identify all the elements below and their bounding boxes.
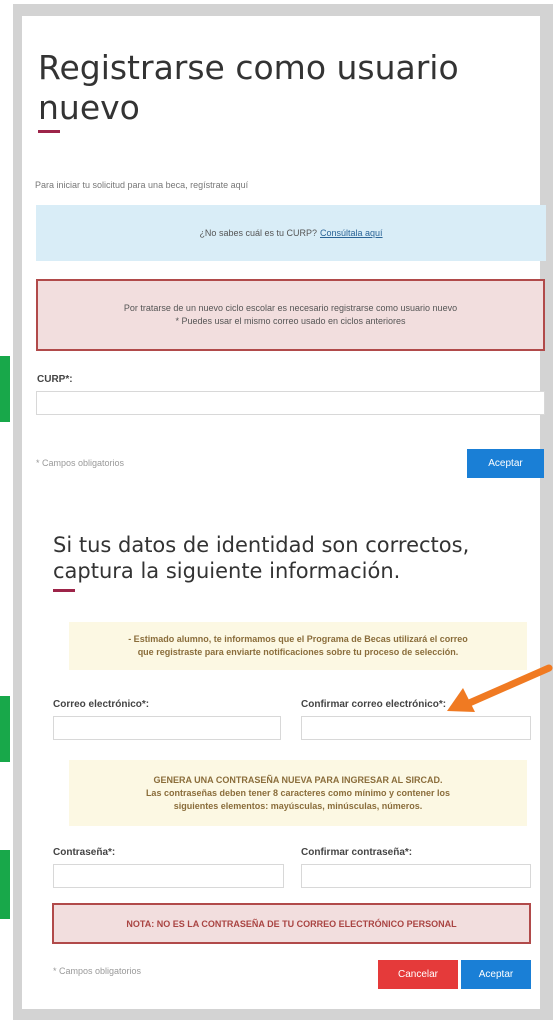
confirm-password-label: Confirmar contraseña*:: [301, 847, 413, 858]
highlight-marker: [0, 356, 10, 422]
subtitle-accent: [53, 589, 75, 592]
email-input[interactable]: [53, 716, 281, 740]
accept-button[interactable]: Aceptar: [461, 960, 531, 989]
highlight-marker: [0, 850, 10, 919]
password-notice-line-3: siguientes elementos: mayúsculas, minúsc…: [173, 800, 423, 811]
password-notice-line-1: GENERA UNA CONTRASEÑA NUEVA PARA INGRESA…: [153, 774, 443, 785]
new-cycle-line-1: Por tratarse de un nuevo ciclo escolar e…: [123, 303, 458, 313]
curp-accept-button[interactable]: Aceptar: [467, 449, 544, 478]
password-input[interactable]: [53, 864, 284, 888]
confirm-password-input[interactable]: [301, 864, 531, 888]
password-notice-line-2: Las contraseñas deben tener 8 caracteres…: [145, 787, 451, 798]
email-notice-line-2: que registraste para enviarte notificaci…: [137, 647, 459, 657]
curp-lookup-link[interactable]: Consúltala aquí: [320, 228, 383, 238]
page-title: Registrarse como usuario nuevo: [38, 48, 459, 127]
identity-section-title: Si tus datos de identidad son correctos,…: [53, 533, 470, 583]
arrow-pointer-icon: [447, 664, 553, 712]
email-notice-line-1: - Estimado alumno, te informamos que el …: [128, 634, 468, 644]
password-notice-alert: GENERA UNA CONTRASEÑA NUEVA PARA INGRESA…: [69, 760, 527, 826]
new-cycle-line-2: * Puedes usar el mismo correo usado en c…: [175, 316, 406, 326]
curp-info-text: ¿No sabes cuál es tu CURP?: [199, 228, 317, 238]
email-label: Correo electrónico*:: [53, 699, 150, 710]
confirm-email-input[interactable]: [301, 716, 531, 740]
title-accent: [38, 130, 60, 133]
highlight-marker: [0, 696, 10, 762]
curp-input[interactable]: [36, 391, 545, 415]
curp-label: CURP*:: [37, 374, 73, 385]
new-cycle-alert: Por tratarse de un nuevo ciclo escolar e…: [36, 279, 545, 351]
password-label: Contraseña*:: [53, 847, 116, 858]
confirm-email-label: Confirmar correo electrónico*:: [301, 699, 447, 710]
cancel-button[interactable]: Cancelar: [378, 960, 458, 989]
registration-card: [22, 16, 540, 1009]
intro-text: Para iniciar tu solicitud para una beca,…: [35, 180, 249, 190]
curp-info-alert: ¿No sabes cuál es tu CURP? Consúltala aq…: [36, 205, 546, 261]
required-fields-hint: * Campos obligatorios: [36, 458, 125, 468]
required-fields-hint: * Campos obligatorios: [53, 966, 142, 976]
password-note-alert: NOTA: NO ES LA CONTRASEÑA DE TU CORREO E…: [52, 903, 531, 944]
